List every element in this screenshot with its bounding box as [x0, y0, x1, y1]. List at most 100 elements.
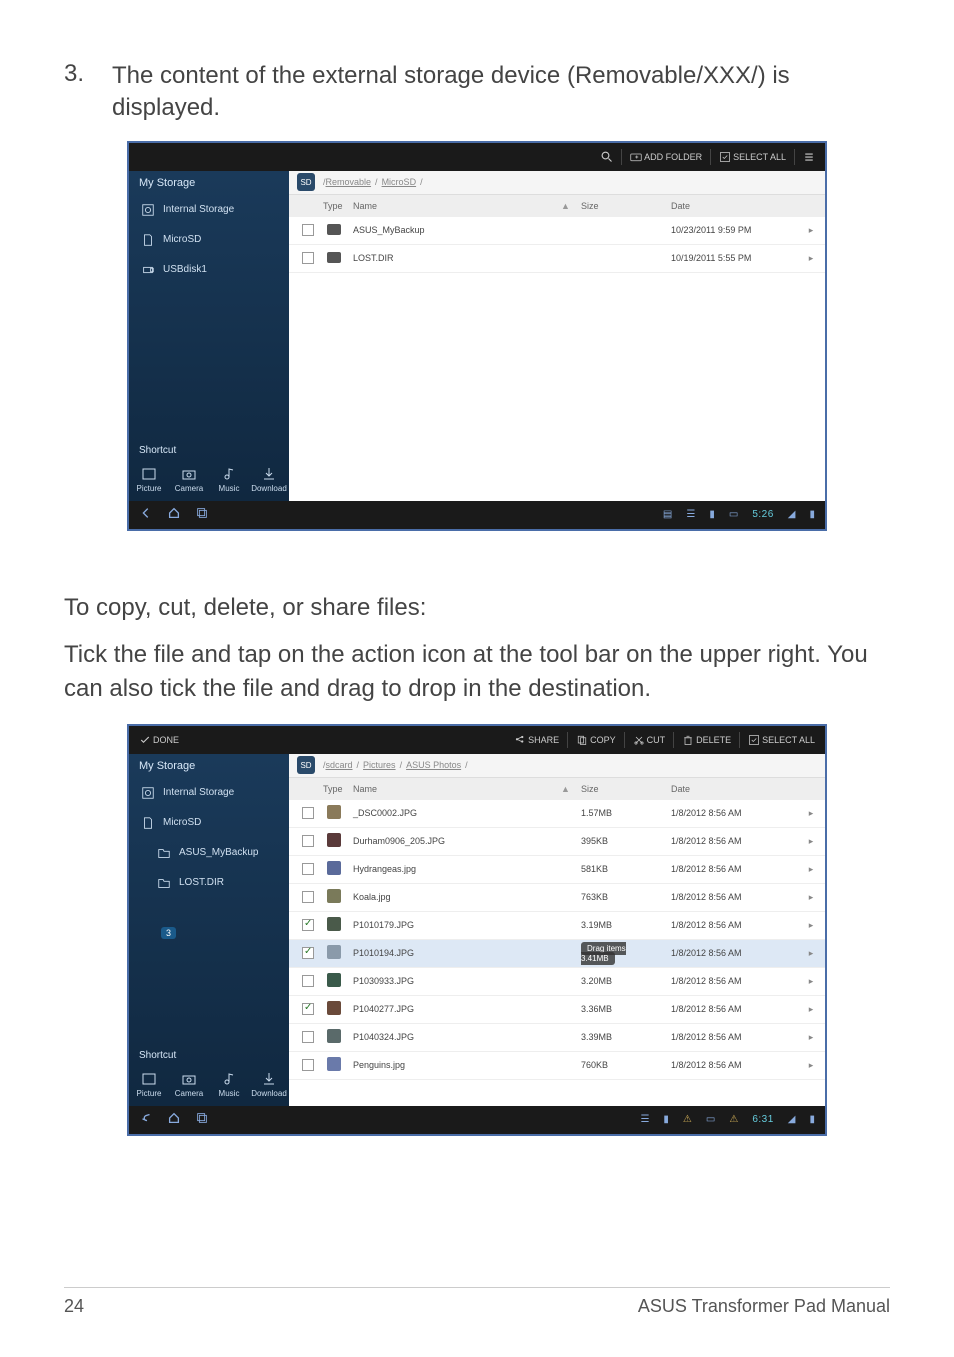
row-checkbox[interactable]: [302, 252, 314, 264]
row-checkbox[interactable]: [302, 1059, 314, 1071]
status-icon: ▭: [729, 509, 738, 520]
shortcut-camera[interactable]: Camera: [169, 1071, 209, 1098]
copy-button[interactable]: COPY: [572, 732, 620, 748]
row-checkbox[interactable]: [302, 919, 314, 931]
shortcut-label: Picture: [137, 1089, 162, 1098]
chevron-right-icon[interactable]: ▸: [801, 864, 821, 875]
chevron-right-icon[interactable]: ▸: [801, 808, 821, 819]
recents-button[interactable]: [195, 1111, 209, 1128]
table-row[interactable]: P1010194.JPGDrag items3.41MB1/8/2012 8:5…: [289, 940, 825, 968]
row-checkbox[interactable]: [302, 1031, 314, 1043]
sidebar-item-internal-storage[interactable]: Internal Storage: [129, 778, 289, 808]
row-checkbox[interactable]: [302, 891, 314, 903]
select-all-button[interactable]: SELECT ALL: [744, 732, 819, 748]
row-checkbox[interactable]: [302, 947, 314, 959]
table-row[interactable]: P1040277.JPG3.36MB1/8/2012 8:56 AM▸: [289, 996, 825, 1024]
shortcut-picture[interactable]: Picture: [129, 1071, 169, 1098]
home-icon: [167, 1111, 181, 1125]
cut-button[interactable]: CUT: [629, 732, 670, 748]
status-icon: ☰: [640, 1114, 649, 1125]
breadcrumb-seg[interactable]: Removable: [326, 177, 372, 187]
table-row[interactable]: P1010179.JPG3.19MB1/8/2012 8:56 AM▸: [289, 912, 825, 940]
chevron-right-icon[interactable]: ▸: [801, 976, 821, 987]
col-date[interactable]: Date: [671, 784, 801, 794]
back-button[interactable]: [139, 1111, 153, 1128]
table-row[interactable]: Penguins.jpg760KB1/8/2012 8:56 AM▸: [289, 1052, 825, 1080]
thumbnail-icon: [327, 945, 341, 959]
chevron-right-icon[interactable]: ▸: [801, 1060, 821, 1071]
chevron-right-icon[interactable]: ▸: [801, 1004, 821, 1015]
row-checkbox[interactable]: [302, 224, 314, 236]
shortcut-download[interactable]: Download: [249, 466, 289, 493]
battery-icon: ▮: [809, 509, 815, 520]
home-button[interactable]: [167, 506, 181, 523]
chevron-right-icon[interactable]: ▸: [801, 920, 821, 931]
picture-icon: [141, 466, 157, 482]
shortcut-music[interactable]: Music: [209, 466, 249, 493]
file-size: 763KB: [581, 892, 671, 902]
shortcut-picture[interactable]: Picture: [129, 466, 169, 493]
col-name[interactable]: Name: [353, 784, 561, 794]
recents-icon: [195, 506, 209, 520]
chevron-right-icon[interactable]: ▸: [801, 948, 821, 959]
table-row[interactable]: Hydrangeas.jpg581KB1/8/2012 8:56 AM▸: [289, 856, 825, 884]
chevron-right-icon[interactable]: ▸: [801, 1032, 821, 1043]
file-list-pane: SD / sdcard / Pictures / ASUS Photos / T…: [289, 754, 825, 1106]
home-button[interactable]: [167, 1111, 181, 1128]
shortcut-music[interactable]: Music: [209, 1071, 249, 1098]
chevron-right-icon[interactable]: ▸: [801, 225, 821, 236]
chevron-right-icon[interactable]: ▸: [801, 253, 821, 264]
status-icon: ▤: [663, 509, 672, 520]
shortcut-label: Camera: [175, 1089, 203, 1098]
add-folder-button[interactable]: ADD FOLDER: [626, 149, 706, 165]
delete-button[interactable]: DELETE: [678, 732, 735, 748]
row-checkbox[interactable]: [302, 975, 314, 987]
back-button[interactable]: [139, 506, 153, 523]
sidebar-item-lostdir[interactable]: LOST.DIR: [129, 868, 289, 898]
breadcrumb-seg[interactable]: ASUS Photos: [406, 760, 461, 770]
recents-icon: [195, 1111, 209, 1125]
file-size: Drag items3.41MB: [581, 943, 671, 963]
col-type[interactable]: Type: [323, 201, 353, 211]
shortcut-title: Shortcut: [129, 1044, 289, 1067]
breadcrumb-seg[interactable]: MicroSD: [382, 177, 417, 187]
shortcut-camera[interactable]: Camera: [169, 466, 209, 493]
col-size[interactable]: Size: [581, 201, 671, 211]
thumbnail-icon: [327, 973, 341, 987]
table-row[interactable]: _DSC0002.JPG1.57MB1/8/2012 8:56 AM▸: [289, 800, 825, 828]
table-row[interactable]: Durham0906_205.JPG395KB1/8/2012 8:56 AM▸: [289, 828, 825, 856]
col-size[interactable]: Size: [581, 784, 671, 794]
table-row[interactable]: LOST.DIR10/19/2011 5:55 PM▸: [289, 245, 825, 273]
sidebar-item-internal-storage[interactable]: Internal Storage: [129, 195, 289, 225]
col-name[interactable]: Name: [353, 201, 561, 211]
file-date: 1/8/2012 8:56 AM: [671, 948, 801, 958]
breadcrumb-seg[interactable]: sdcard: [326, 760, 353, 770]
row-checkbox[interactable]: [302, 835, 314, 847]
table-row[interactable]: ASUS_MyBackup10/23/2011 9:59 PM▸: [289, 217, 825, 245]
table-row[interactable]: Koala.jpg763KB1/8/2012 8:56 AM▸: [289, 884, 825, 912]
row-checkbox[interactable]: [302, 1003, 314, 1015]
row-checkbox[interactable]: [302, 807, 314, 819]
col-type[interactable]: Type: [323, 784, 353, 794]
sidebar-item-microsd[interactable]: MicroSD: [129, 225, 289, 255]
sidebar-item-microsd[interactable]: MicroSD: [129, 808, 289, 838]
menu-button[interactable]: [799, 149, 819, 165]
table-row[interactable]: P1040324.JPG3.39MB1/8/2012 8:56 AM▸: [289, 1024, 825, 1052]
status-icon: ⚠: [729, 1114, 738, 1125]
breadcrumb-seg[interactable]: Pictures: [363, 760, 396, 770]
select-all-button[interactable]: SELECT ALL: [715, 149, 790, 165]
cut-icon: [633, 734, 645, 746]
sidebar-item-asus-mybackup[interactable]: ASUS_MyBackup: [129, 838, 289, 868]
shortcut-download[interactable]: Download: [249, 1071, 289, 1098]
col-date[interactable]: Date: [671, 201, 801, 211]
row-checkbox[interactable]: [302, 863, 314, 875]
chevron-right-icon[interactable]: ▸: [801, 892, 821, 903]
chevron-right-icon[interactable]: ▸: [801, 836, 821, 847]
share-button[interactable]: SHARE: [510, 732, 563, 748]
search-button[interactable]: [597, 149, 617, 165]
status-icon: ▮: [663, 1114, 669, 1125]
table-row[interactable]: P1030933.JPG3.20MB1/8/2012 8:56 AM▸: [289, 968, 825, 996]
done-button[interactable]: DONE: [135, 732, 183, 748]
recents-button[interactable]: [195, 506, 209, 523]
sidebar-item-usbdisk[interactable]: USBdisk1: [129, 255, 289, 285]
